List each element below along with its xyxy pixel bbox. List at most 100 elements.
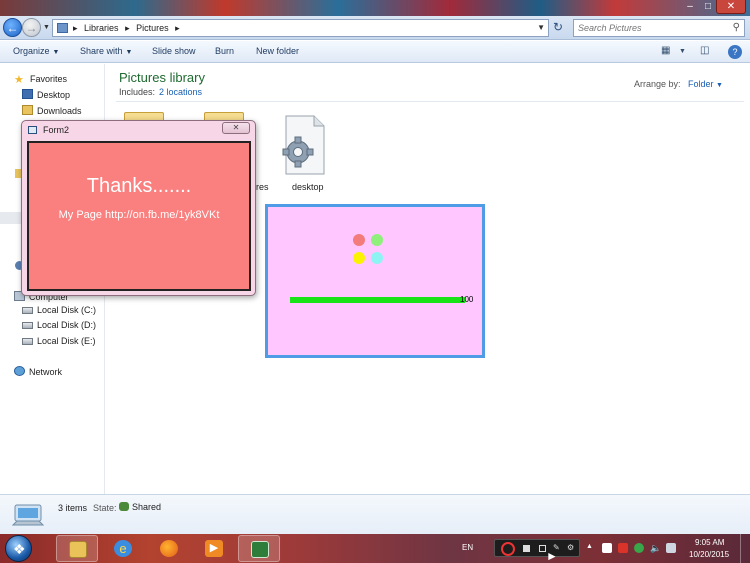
sidebar-item-label: Local Disk (E:) (37, 336, 96, 346)
burn-button[interactable]: Burn (215, 46, 234, 56)
breadcrumb-pictures[interactable]: Pictures (136, 23, 169, 33)
camera-icon[interactable] (539, 545, 546, 552)
close-button[interactable]: ✕ (222, 122, 250, 134)
star-icon: ★ (14, 74, 24, 86)
sidebar-item-downloads[interactable]: Downloads (22, 105, 82, 116)
slide-show-button[interactable]: Slide show (152, 46, 196, 56)
show-desktop-button[interactable] (740, 534, 750, 563)
app-window[interactable]: 100 (265, 204, 485, 358)
file-label: res (256, 182, 269, 192)
downloads-icon (22, 105, 33, 115)
shared-people-icon (119, 502, 129, 511)
play-icon: ▶ (205, 540, 223, 557)
taskbar-internet-explorer[interactable]: e (102, 535, 144, 562)
network-tray-icon[interactable] (666, 543, 676, 553)
taskbar: ❖ e ▶ EN ✎ ⚙ ▲ 🔈 9:05 AM 10/20/2015 (0, 534, 750, 563)
refresh-icon[interactable]: ↻ (550, 20, 566, 36)
share-with-button[interactable]: Share with ▼ (80, 46, 132, 56)
view-options-dropdown[interactable]: ▼ (679, 48, 686, 55)
firefox-icon (160, 540, 178, 557)
share-with-label: Share with (80, 46, 123, 56)
config-file-icon[interactable] (278, 114, 328, 176)
cyan-dot (371, 252, 383, 264)
language-indicator[interactable]: EN (462, 543, 473, 552)
mouse-cursor-icon: ► (546, 549, 558, 563)
page-link-text: My Page http://on.fb.me/1yk8VKt (58, 209, 220, 221)
chevron-down-icon: ▼ (716, 82, 723, 89)
forward-button[interactable]: → (22, 18, 41, 37)
back-button[interactable]: ← (3, 18, 22, 37)
sidebar-item-label: Network (29, 367, 63, 377)
taskbar-explorer[interactable] (56, 535, 98, 562)
address-row: ← → ▼ ▸ Libraries ▸ Pictures ▸ ▼ ↻ ⚲ (0, 16, 750, 40)
record-icon[interactable] (501, 542, 515, 556)
breadcrumb-libraries[interactable]: Libraries (84, 23, 119, 33)
volume-icon[interactable]: 🔈 (650, 543, 661, 553)
arrange-by-dropdown[interactable]: Folder ▼ (688, 79, 723, 89)
stop-icon[interactable] (523, 545, 530, 552)
organize-button[interactable]: Organize ▼ (13, 46, 59, 56)
minimize-button[interactable]: – (680, 0, 700, 14)
divider (116, 101, 744, 102)
app-icon (251, 541, 269, 558)
clock-time[interactable]: 9:05 AM (695, 538, 724, 547)
sidebar-item-desktop[interactable]: Desktop (22, 89, 70, 100)
change-view-icon[interactable]: ▦ (661, 45, 670, 56)
start-button[interactable]: ❖ (5, 535, 32, 562)
new-folder-button[interactable]: New folder (256, 46, 299, 56)
close-button[interactable]: ✕ (716, 0, 746, 14)
flag-icon[interactable] (602, 543, 612, 553)
taskbar-firefox[interactable] (148, 535, 190, 562)
search-input[interactable] (574, 20, 724, 36)
address-bar[interactable]: ▸ Libraries ▸ Pictures ▸ ▼ (52, 19, 549, 37)
network-icon (14, 366, 25, 376)
details-pane: 3 items State: Shared (0, 494, 750, 534)
window-icon (28, 126, 37, 134)
preview-pane-icon[interactable]: ◫ (700, 45, 709, 56)
search-box[interactable]: ⚲ (573, 19, 745, 37)
item-count: 3 items (58, 503, 88, 513)
help-icon[interactable]: ? (728, 45, 742, 59)
clock-date[interactable]: 10/20/2015 (689, 550, 729, 559)
sidebar-item-label: Favorites (30, 74, 68, 84)
antivirus-icon[interactable] (618, 543, 628, 553)
green-dot (371, 234, 383, 246)
red-dot (353, 234, 365, 246)
breadcrumb: ▸ Libraries ▸ Pictures ▸ (73, 23, 184, 34)
state-value: Shared (119, 502, 161, 512)
sidebar-item-local-disk-d[interactable]: Local Disk (D:) (22, 320, 96, 330)
computer-icon (12, 504, 44, 526)
sidebar-item-label: Downloads (37, 106, 82, 116)
taskbar-media-player[interactable]: ▶ (193, 535, 235, 562)
sidebar-item-favorites[interactable]: ★ Favorites (14, 73, 68, 86)
drive-icon (22, 338, 33, 345)
breadcrumb-separator: ▸ (125, 23, 130, 33)
arrange-by-value: Folder (688, 79, 714, 89)
screen-recorder-bar[interactable]: ✎ ⚙ (494, 539, 580, 557)
thanks-heading: Thanks....... (86, 175, 192, 197)
sidebar-item-local-disk-c[interactable]: Local Disk (C:) (22, 305, 96, 315)
arrange-by-label: Arrange by: (634, 79, 681, 89)
chevron-down-icon: ▼ (125, 49, 133, 56)
show-hidden-icons[interactable]: ▲ (586, 543, 596, 553)
recent-pages-dropdown[interactable]: ▼ (43, 24, 50, 31)
address-dropdown-icon[interactable]: ▼ (537, 23, 545, 32)
update-icon[interactable] (634, 543, 644, 553)
library-includes: Includes: 2 locations (119, 87, 202, 97)
sidebar-item-network[interactable]: Network (14, 366, 62, 377)
chevron-down-icon: ▼ (52, 49, 60, 56)
progress-bar (290, 297, 465, 303)
library-icon (57, 23, 68, 33)
settings-icon[interactable]: ⚙ (567, 543, 574, 552)
locations-link[interactable]: 2 locations (159, 87, 202, 97)
file-label: desktop (292, 182, 324, 192)
includes-label: Includes: (119, 87, 156, 97)
yellow-dot (353, 252, 365, 264)
dialog-title: Form2 (43, 125, 70, 135)
drive-icon (22, 307, 33, 314)
sidebar-item-local-disk-e[interactable]: Local Disk (E:) (22, 336, 96, 346)
maximize-button[interactable]: □ (698, 0, 718, 14)
form2-dialog: Form2 ✕ Thanks....... My Page http://on.… (21, 120, 256, 296)
taskbar-app-form2[interactable] (238, 535, 280, 562)
organize-label: Organize (13, 46, 50, 56)
